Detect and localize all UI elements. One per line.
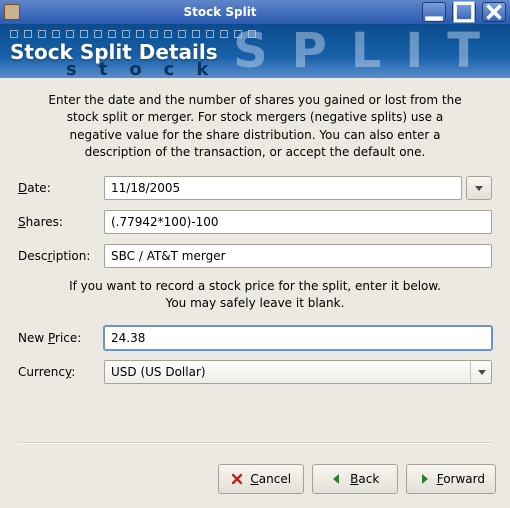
forward-label: Forward <box>437 472 485 486</box>
shares-field[interactable] <box>104 210 492 234</box>
forward-icon <box>417 472 431 486</box>
currency-label: Currency: <box>18 365 96 379</box>
description-label: Description: <box>18 249 96 263</box>
cancel-button[interactable]: Cancel <box>218 464 304 494</box>
cancel-label: Cancel <box>250 472 291 486</box>
date-field[interactable] <box>104 176 462 200</box>
chevron-down-icon <box>470 361 487 383</box>
intro-text: Enter the date and the number of shares … <box>18 92 492 176</box>
date-picker-button[interactable] <box>466 176 492 200</box>
mid-text: If you want to record a stock price for … <box>18 268 492 327</box>
banner: SPLIT Stock Split Details stock <box>0 24 510 78</box>
currency-select[interactable]: USD (US Dollar) <box>104 360 492 384</box>
content: Enter the date and the number of shares … <box>0 78 510 464</box>
button-bar: Cancel Back Forward <box>0 464 510 508</box>
spacer <box>18 384 492 428</box>
new-price-field[interactable] <box>104 326 492 350</box>
chevron-down-icon <box>474 183 484 193</box>
new-price-label: New Price: <box>18 331 96 345</box>
window-title: Stock Split <box>24 5 416 19</box>
close-button[interactable] <box>482 2 506 22</box>
window: Stock Split SPLIT Stock Split Details st… <box>0 0 510 508</box>
currency-value: USD (US Dollar) <box>111 365 470 379</box>
back-label: Back <box>350 472 379 486</box>
banner-watermark: SPLIT <box>233 24 504 78</box>
titlebar: Stock Split <box>0 0 510 24</box>
form-lower: New Price: Currency: USD (US Dollar) <box>18 326 492 384</box>
forward-button[interactable]: Forward <box>406 464 496 494</box>
maximize-button[interactable] <box>452 2 476 22</box>
separator <box>18 442 492 444</box>
back-icon <box>330 472 344 486</box>
date-row <box>104 176 492 200</box>
back-button[interactable]: Back <box>312 464 398 494</box>
cancel-icon <box>230 472 244 486</box>
shares-label: Shares: <box>18 215 96 229</box>
banner-heading: Stock Split Details <box>10 40 218 64</box>
app-icon <box>4 4 20 20</box>
form-upper: Date: Shares: Description: <box>18 176 492 268</box>
minimize-button[interactable] <box>422 2 446 22</box>
description-field[interactable] <box>104 244 492 268</box>
banner-squares <box>10 30 256 38</box>
date-label: Date: <box>18 181 96 195</box>
